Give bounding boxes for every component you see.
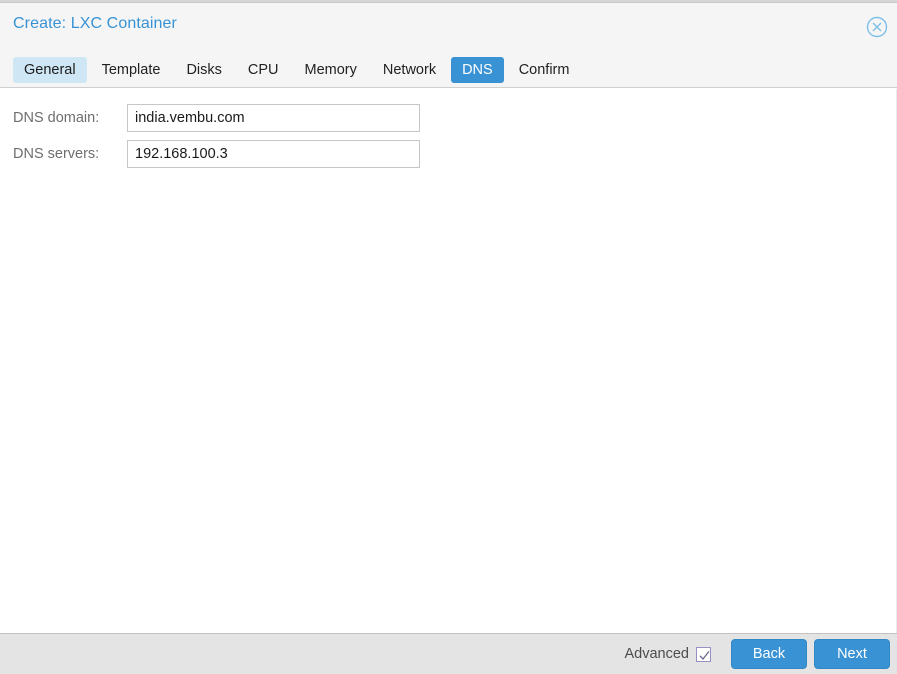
- dialog-title: Create: LXC Container: [13, 15, 177, 32]
- tab-cpu[interactable]: CPU: [237, 57, 290, 83]
- dns-domain-label: DNS domain:: [13, 110, 100, 126]
- tab-confirm[interactable]: Confirm: [508, 57, 581, 83]
- checkmark-icon: [699, 650, 710, 660]
- tab-dns[interactable]: DNS: [451, 57, 504, 83]
- create-lxc-container-dialog: Create: LXC Container General Template D…: [0, 0, 897, 674]
- close-circle-icon[interactable]: [865, 15, 889, 39]
- advanced-label: Advanced: [624, 646, 690, 662]
- tab-template[interactable]: Template: [91, 57, 172, 83]
- tab-memory[interactable]: Memory: [294, 57, 368, 83]
- back-button[interactable]: Back: [731, 639, 807, 669]
- dns-domain-row: DNS domain:: [0, 103, 420, 133]
- dns-domain-input[interactable]: [127, 104, 420, 132]
- dialog-footer: Advanced Back Next: [0, 633, 897, 674]
- dns-panel: DNS domain: DNS servers:: [0, 89, 897, 633]
- dns-servers-input[interactable]: [127, 140, 420, 168]
- dns-servers-row: DNS servers:: [0, 139, 420, 169]
- dialog-header: Create: LXC Container General Template D…: [0, 3, 897, 88]
- tab-disks[interactable]: Disks: [175, 57, 232, 83]
- wizard-tabbar: General Template Disks CPU Memory Networ…: [0, 55, 584, 85]
- advanced-checkbox[interactable]: [696, 646, 711, 662]
- tab-network[interactable]: Network: [372, 57, 447, 83]
- dns-servers-label: DNS servers:: [13, 146, 100, 162]
- tab-general[interactable]: General: [13, 57, 87, 83]
- next-button[interactable]: Next: [814, 639, 890, 669]
